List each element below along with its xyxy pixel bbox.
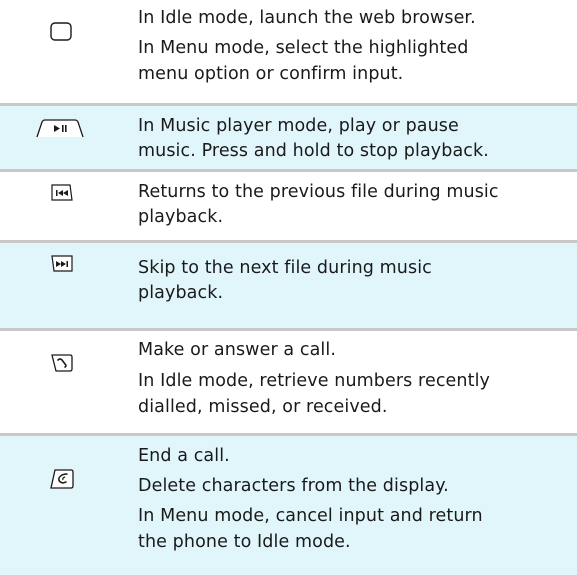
icon-cell bbox=[0, 436, 125, 575]
description-line: In Menu mode, cancel input and return bbox=[138, 506, 483, 526]
description-line: the phone to Idle mode. bbox=[138, 532, 351, 552]
previous-track-key-icon bbox=[51, 184, 73, 201]
description-line: In Music player mode, play or pause bbox=[138, 116, 459, 136]
description-line: Returns to the previous file during musi… bbox=[138, 182, 499, 202]
icon-cell bbox=[0, 0, 125, 103]
description-line: In Idle mode, launch the web browser. bbox=[138, 8, 476, 28]
play-pause-key-icon bbox=[36, 119, 84, 138]
description-line: Skip to the next file during music bbox=[138, 258, 432, 278]
description-line: playback. bbox=[138, 283, 224, 303]
icon-cell bbox=[0, 172, 125, 240]
icon-cell bbox=[0, 331, 125, 433]
key-row-previous: Returns to the previous file during musi… bbox=[0, 172, 577, 243]
key-row-next: Skip to the next file during music playb… bbox=[0, 243, 577, 331]
description-line: Make or answer a call. bbox=[138, 340, 337, 360]
dial-key-icon bbox=[51, 354, 73, 372]
description-line: Delete characters from the display. bbox=[138, 476, 449, 496]
description-line: End a call. bbox=[138, 446, 230, 466]
icon-cell bbox=[0, 106, 125, 169]
description-line: In Idle mode, retrieve numbers recently bbox=[138, 371, 490, 391]
next-track-key-icon bbox=[51, 255, 73, 272]
key-row-confirm: In Idle mode, launch the web browser. In… bbox=[0, 0, 577, 106]
key-row-end: End a call. Delete characters from the d… bbox=[0, 436, 577, 575]
end-key-icon bbox=[50, 469, 74, 489]
description-line: In Menu mode, select the highlighted bbox=[138, 38, 469, 58]
key-row-dial: Make or answer a call. In Idle mode, ret… bbox=[0, 331, 577, 436]
description-line: menu option or confirm input. bbox=[138, 64, 404, 84]
key-row-play-pause: In Music player mode, play or pause musi… bbox=[0, 106, 577, 172]
description-line: music. Press and hold to stop playback. bbox=[138, 141, 489, 161]
description-line: dialled, missed, or received. bbox=[138, 397, 388, 417]
description-line: playback. bbox=[138, 207, 224, 227]
icon-cell bbox=[0, 243, 125, 328]
confirm-key-icon bbox=[50, 22, 72, 41]
